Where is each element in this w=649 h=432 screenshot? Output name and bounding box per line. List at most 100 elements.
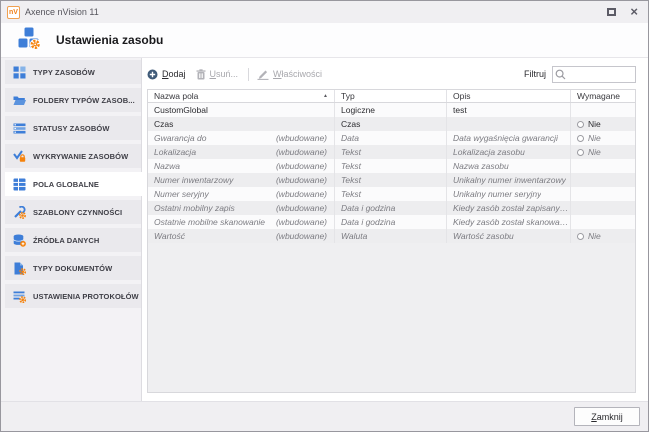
- list-gear-icon: [13, 290, 26, 303]
- column-header-opis[interactable]: Opis: [446, 90, 570, 102]
- field-description: Kiedy zasób został skanowany za pośr...: [453, 217, 570, 227]
- app-logo-icon: nV: [7, 6, 20, 19]
- sidebar-item-label: USTAWIENIA PROTOKOŁÓW: [33, 292, 139, 301]
- dialog-footer: Zamknij: [1, 401, 648, 431]
- field-name: Numer inwentarzowy: [154, 175, 233, 185]
- sidebar-item-label: ŹRÓDŁA DANYCH: [33, 236, 99, 245]
- field-type: Waluta: [341, 231, 367, 241]
- field-name: Numer seryjny: [154, 189, 209, 199]
- field-description: Data wygaśnięcia gwarancji: [453, 133, 558, 143]
- close-icon[interactable]: ×: [630, 7, 638, 17]
- trash-icon: [196, 69, 206, 80]
- sidebar-item-label: TYPY DOKUMENTÓW: [33, 264, 112, 273]
- close-dialog-button[interactable]: Zamknij: [574, 407, 640, 426]
- sidebar: TYPY ZASOBÓW FOLDERY TYPÓW ZASOB...: [1, 58, 142, 401]
- sidebar-item-typy-zasobow[interactable]: TYPY ZASOBÓW: [5, 60, 141, 84]
- field-builtin-tag: (wbudowane): [276, 217, 327, 227]
- table-header: Nazwa pola ▲ Typ Opis Wymagane: [148, 90, 635, 103]
- field-type: Data i godzina: [341, 203, 395, 213]
- table-row[interactable]: Wartość (wbudowane) Waluta Wartość zasob…: [148, 229, 635, 243]
- field-name: Ostatni mobilny zapis: [154, 203, 235, 213]
- properties-button[interactable]: Właściwości: [257, 69, 322, 80]
- field-name: Gwarancja do: [154, 133, 206, 143]
- table-row[interactable]: Ostatnie mobilne skanowanie (wbudowane) …: [148, 215, 635, 229]
- pencil-icon: [257, 69, 269, 80]
- status-list-icon: [13, 122, 26, 135]
- sidebar-item-label: TYPY ZASOBÓW: [33, 68, 95, 77]
- table-row[interactable]: Nazwa (wbudowane) Tekst Nazwa zasobu: [148, 159, 635, 173]
- search-icon: [555, 69, 566, 80]
- table-row[interactable]: Czas Czas: [148, 117, 635, 131]
- toolbar: Dodaj Usuń...: [147, 61, 636, 87]
- field-type: Czas: [341, 119, 360, 129]
- field-name: Ostatnie mobilne skanowanie: [154, 217, 265, 227]
- field-builtin-tag: (wbudowane): [276, 189, 327, 199]
- field-description: Wartość zasobu: [453, 231, 514, 241]
- delete-button-label: Usuń...: [210, 69, 239, 79]
- sidebar-item-ustawienia-protokolow[interactable]: USTAWIENIA PROTOKOŁÓW: [5, 284, 141, 308]
- sidebar-item-label: WYKRYWANIE ZASOBÓW: [33, 152, 128, 161]
- required-value: Nie: [588, 133, 601, 143]
- field-name: Wartość: [154, 231, 185, 241]
- sidebar-item-statusy-zasobow[interactable]: STATUSY ZASOBÓW: [5, 116, 141, 140]
- properties-button-label: Właściwości: [273, 69, 322, 79]
- sidebar-item-typy-dokumentow[interactable]: TYPY DOKUMENTÓW: [5, 256, 141, 280]
- field-type: Data i godzina: [341, 217, 395, 227]
- maximize-icon[interactable]: [607, 8, 616, 16]
- page-title: Ustawienia zasobu: [56, 33, 163, 47]
- sidebar-item-label: SZABLONY CZYNNOŚCI: [33, 208, 122, 217]
- required-value: Nie: [588, 119, 601, 129]
- required-value: Nie: [588, 231, 601, 241]
- field-name: Czas: [154, 119, 173, 129]
- table-row[interactable]: Numer inwentarzowy (wbudowane) Tekst Uni…: [148, 173, 635, 187]
- table-row[interactable]: Gwarancja do (wbudowane) Data Data wygaś…: [148, 131, 635, 145]
- filter-label: Filtruj: [524, 69, 546, 79]
- asset-settings-icon: [17, 26, 41, 55]
- sidebar-item-szablony-czynnosci[interactable]: SZABLONY CZYNNOŚCI: [5, 200, 141, 224]
- sidebar-item-label: STATUSY ZASOBÓW: [33, 124, 110, 133]
- delete-button[interactable]: Usuń...: [196, 69, 239, 80]
- field-type: Tekst: [341, 189, 361, 199]
- column-header-typ[interactable]: Typ: [334, 90, 446, 102]
- table-row[interactable]: CustomGlobal Logiczne test: [148, 103, 635, 117]
- main-panel: Dodaj Usuń...: [142, 58, 648, 401]
- database-plus-icon: [13, 234, 26, 247]
- sidebar-item-foldery-typow-zasobow[interactable]: FOLDERY TYPÓW ZASOB...: [5, 88, 141, 112]
- sidebar-item-wykrywanie-zasobow[interactable]: WYKRYWANIE ZASOBÓW: [5, 144, 141, 168]
- add-button[interactable]: Dodaj: [147, 69, 186, 80]
- sidebar-item-label: POLA GLOBALNE: [33, 180, 99, 189]
- table-row[interactable]: Ostatni mobilny zapis (wbudowane) Data i…: [148, 201, 635, 215]
- field-name: CustomGlobal: [154, 105, 208, 115]
- column-header-wymagane[interactable]: Wymagane: [570, 90, 635, 102]
- required-radio[interactable]: [577, 149, 584, 156]
- sidebar-item-zrodla-danych[interactable]: ŹRÓDŁA DANYCH: [5, 228, 141, 252]
- sort-asc-icon: ▲: [323, 93, 328, 99]
- column-header-nazwa-pola[interactable]: Nazwa pola ▲: [148, 90, 334, 102]
- field-type: Logiczne: [341, 105, 375, 115]
- settings-dialog: nV Axence nVision 11 × Ustawienia zasobu: [0, 0, 649, 432]
- field-builtin-tag: (wbudowane): [276, 203, 327, 213]
- field-description: test: [453, 105, 467, 115]
- required-value: Nie: [588, 147, 601, 157]
- table-row[interactable]: Lokalizacja (wbudowane) Tekst Lokalizacj…: [148, 145, 635, 159]
- dialog-header: Ustawienia zasobu: [1, 23, 648, 58]
- fields-table: Nazwa pola ▲ Typ Opis Wymagane: [147, 89, 636, 393]
- document-gear-icon: [13, 262, 26, 275]
- field-name: Lokalizacja: [154, 147, 196, 157]
- check-lock-icon: [13, 150, 26, 163]
- sidebar-item-pola-globalne[interactable]: POLA GLOBALNE: [5, 172, 142, 196]
- table-body: CustomGlobal Logiczne test: [148, 103, 635, 392]
- field-description: Unikalny numer inwentarzowy: [453, 175, 566, 185]
- field-description: Kiedy zasób został zapisany za pośred...: [453, 203, 570, 213]
- required-radio[interactable]: [577, 121, 584, 128]
- window-title: Axence nVision 11: [25, 7, 99, 17]
- title-bar: nV Axence nVision 11 ×: [1, 1, 648, 23]
- field-type: Tekst: [341, 147, 361, 157]
- field-builtin-tag: (wbudowane): [276, 133, 327, 143]
- field-builtin-tag: (wbudowane): [276, 231, 327, 241]
- field-builtin-tag: (wbudowane): [276, 175, 327, 185]
- table-row[interactable]: Numer seryjny (wbudowane) Tekst Unikalny…: [148, 187, 635, 201]
- required-radio[interactable]: [577, 135, 584, 142]
- required-radio[interactable]: [577, 233, 584, 240]
- field-description: Lokalizacja zasobu: [453, 147, 525, 157]
